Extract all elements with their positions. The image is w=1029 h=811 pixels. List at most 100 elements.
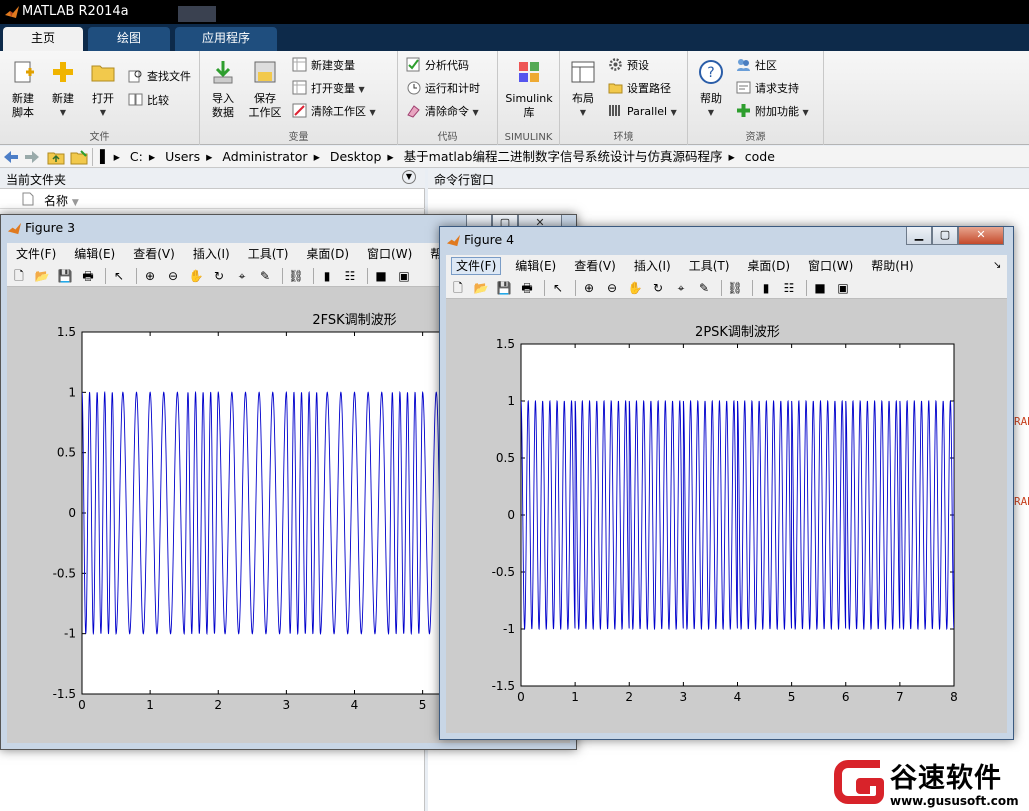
help-button[interactable]: ? 帮助 ▼: [690, 59, 732, 120]
close-button[interactable]: ✕: [958, 227, 1004, 245]
address-separator: [92, 148, 93, 166]
figure-menu-item[interactable]: 工具(T): [685, 258, 734, 274]
watermark-brand: 谷速软件: [890, 763, 1002, 794]
new-variable-icon: [292, 57, 307, 72]
x-tick-label: 2: [625, 690, 633, 704]
figure-menu-item[interactable]: 查看(V): [570, 258, 620, 274]
community-button[interactable]: 社区: [736, 56, 777, 76]
new-variable-button[interactable]: 新建变量: [292, 56, 355, 76]
panel-menu-chevron-icon[interactable]: ▼: [402, 170, 416, 184]
save-icon[interactable]: 💾: [496, 280, 512, 296]
print-icon[interactable]: 🖶: [80, 268, 96, 284]
set-path-button[interactable]: 设置路径: [608, 79, 671, 99]
data-cursor-icon[interactable]: ⌖: [234, 268, 250, 284]
figure-menu-item[interactable]: 帮助(H): [867, 258, 917, 274]
breadcrumb-segment[interactable]: C:: [130, 149, 143, 164]
data-cursor-icon[interactable]: ⌖: [673, 280, 689, 296]
zoom-out-icon[interactable]: ⊖: [165, 268, 181, 284]
tab-home[interactable]: 主页: [3, 27, 83, 51]
zoom-out-icon[interactable]: ⊖: [604, 280, 620, 296]
open-file-icon[interactable]: 📂: [34, 268, 50, 284]
brush-icon[interactable]: ✎: [257, 268, 273, 284]
figure-menu-item[interactable]: 窗口(W): [363, 246, 416, 262]
pan-hand-icon[interactable]: ✋: [188, 268, 204, 284]
save-icon[interactable]: 💾: [57, 268, 73, 284]
new-script-button[interactable]: 新建 脚本: [2, 59, 44, 120]
figure-menu-item[interactable]: 工具(T): [244, 246, 293, 262]
legend-icon[interactable]: ☷: [342, 268, 358, 284]
colorbar-icon[interactable]: ▮: [758, 280, 774, 296]
import-data-button[interactable]: 导入 数据: [202, 59, 244, 120]
new-figure-icon[interactable]: 🗋: [450, 280, 466, 296]
tab-plots[interactable]: 绘图: [88, 27, 170, 51]
save-workspace-button[interactable]: 保存 工作区: [244, 59, 286, 120]
pointer-icon[interactable]: ↖: [550, 280, 566, 296]
up-folder-icon[interactable]: [47, 149, 65, 165]
figure-menu-item[interactable]: 插入(I): [189, 246, 234, 262]
figure-4-window[interactable]: Figure 4 ▁ ▢ ✕ 文件(F) 编辑(E) 查看(V) 插入(I) 工具(T)…: [439, 226, 1014, 740]
column-name-header[interactable]: 名称 ▼: [44, 192, 79, 209]
breadcrumb-segment[interactable]: Desktop: [330, 149, 382, 164]
figure-menu-item[interactable]: 插入(I): [630, 258, 675, 274]
analyze-code-button[interactable]: 分析代码: [406, 56, 469, 76]
figure-menu-item[interactable]: 查看(V): [129, 246, 179, 262]
breadcrumb-root-icon[interactable]: ▌ ▸: [100, 149, 120, 164]
run-and-time-button[interactable]: 运行和计时: [406, 79, 480, 99]
simulink-library-button[interactable]: Simulink 库: [502, 59, 556, 120]
section-label-environment: 环境: [613, 132, 634, 143]
print-icon[interactable]: 🖶: [519, 280, 535, 296]
zoom-in-icon[interactable]: ⊕: [142, 268, 158, 284]
parallel-button[interactable]: Parallel ▼: [608, 102, 677, 122]
figure-4-title-bar[interactable]: Figure 4 ▁ ▢ ✕: [440, 227, 1013, 253]
minimize-button[interactable]: ▁: [906, 227, 932, 245]
rotate-icon[interactable]: ↻: [211, 268, 227, 284]
back-arrow-icon[interactable]: [3, 150, 19, 164]
rotate-icon[interactable]: ↻: [650, 280, 666, 296]
clear-workspace-button[interactable]: 清除工作区 ▼: [292, 102, 376, 122]
maximize-button[interactable]: ▢: [932, 227, 958, 245]
colorbar-icon[interactable]: ▮: [319, 268, 335, 284]
new-button[interactable]: 新建 ▼: [42, 59, 84, 120]
tab-apps[interactable]: 应用程序: [175, 27, 277, 51]
layout-label: 布局: [572, 92, 594, 105]
show-tools-icon[interactable]: ▣: [396, 268, 412, 284]
toolbar-separator: [544, 280, 545, 296]
pan-hand-icon[interactable]: ✋: [627, 280, 643, 296]
breadcrumb-segment[interactable]: code: [745, 149, 775, 164]
open-button[interactable]: 打开 ▼: [82, 59, 124, 120]
open-file-icon[interactable]: 📂: [473, 280, 489, 296]
preferences-button[interactable]: 预设: [608, 56, 649, 76]
import-data-label: 导入 数据: [212, 92, 234, 119]
request-support-button[interactable]: 请求支持: [736, 79, 799, 99]
menu-overflow-icon[interactable]: ↘: [993, 260, 1001, 271]
zoom-in-icon[interactable]: ⊕: [581, 280, 597, 296]
hide-tools-icon[interactable]: ■: [373, 268, 389, 284]
layout-button[interactable]: 布局 ▼: [562, 59, 604, 120]
figure-menu-item[interactable]: 桌面(D): [302, 246, 353, 262]
legend-icon[interactable]: ☷: [781, 280, 797, 296]
clear-commands-button[interactable]: 清除命令 ▼: [406, 102, 479, 122]
figure-menu-item[interactable]: 文件(F): [451, 257, 502, 275]
figure-menu-item[interactable]: 桌面(D): [743, 258, 794, 274]
new-figure-icon[interactable]: 🗋: [11, 268, 27, 284]
forward-arrow-icon[interactable]: [24, 150, 40, 164]
figure-menu-item[interactable]: 编辑(E): [511, 258, 560, 274]
open-variable-button[interactable]: 打开变量 ▼: [292, 79, 365, 99]
breadcrumb-segment[interactable]: Administrator: [222, 149, 307, 164]
hide-tools-icon[interactable]: ■: [812, 280, 828, 296]
figure-menu-item[interactable]: 编辑(E): [70, 246, 119, 262]
figure-menu-item[interactable]: 文件(F): [12, 246, 60, 262]
breadcrumb-segment[interactable]: Users: [165, 149, 200, 164]
pointer-icon[interactable]: ↖: [111, 268, 127, 284]
figure-menu-item[interactable]: 窗口(W): [804, 258, 857, 274]
brush-icon[interactable]: ✎: [696, 280, 712, 296]
toolbar-separator: [806, 280, 807, 296]
find-files-button[interactable]: 查找文件: [128, 67, 191, 87]
link-icon[interactable]: ⛓: [288, 268, 304, 284]
show-tools-icon[interactable]: ▣: [835, 280, 851, 296]
browse-folder-icon[interactable]: [70, 149, 88, 165]
compare-button[interactable]: 比较: [128, 91, 169, 111]
link-icon[interactable]: ⛓: [727, 280, 743, 296]
addons-button[interactable]: 附加功能 ▼: [736, 102, 809, 122]
breadcrumb-segment[interactable]: 基于matlab编程二进制数字信号系统设计与仿真源码程序: [404, 149, 723, 164]
